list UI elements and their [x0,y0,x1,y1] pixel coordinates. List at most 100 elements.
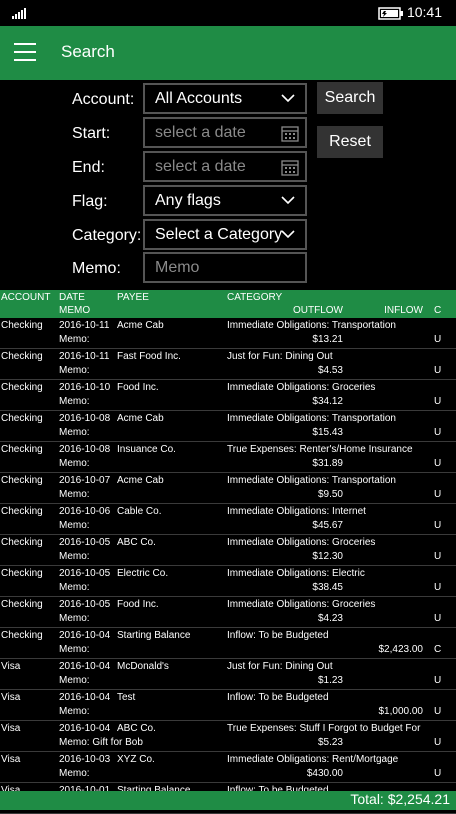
clock: 10:41 [406,4,442,20]
table-row[interactable]: Checking 2016-10-08 Acme Cab Immediate Obli… [0,411,456,442]
start-label: Start: [72,125,111,142]
memo-label: Memo: [72,260,121,277]
header-date[interactable]: DATE [59,292,85,303]
calendar-icon [281,160,299,176]
cell-cleared: U [434,675,442,686]
signal-icon [12,8,26,19]
header-outflow[interactable]: OUTFLOW [293,305,343,316]
table-row[interactable]: Checking 2016-10-05 Electric Co. Immediate … [0,566,456,597]
cell-outflow: $430.00 [306,768,343,779]
cell-payee: Acme Cab [117,320,164,331]
cell-account: Checking [1,475,43,486]
cell-cleared: U [434,520,442,531]
start-date-placeholder: select a date [155,124,246,141]
cell-outflow: $1.23 [317,675,343,686]
cell-cleared: U [434,458,442,469]
header-memo[interactable]: MEMO [59,305,90,316]
cell-account: Visa [1,723,21,734]
cell-category: Just for Fun: Dining Out [227,351,333,362]
table-row[interactable]: Visa 2016-10-04 ABC Co. True Expenses: Stuf… [0,721,456,752]
cell-date: 2016-10-04 [59,723,111,734]
cell-outflow: $12.30 [312,551,343,562]
cell-payee: Starting Balance [117,630,191,641]
cell-category: Just for Fun: Dining Out [227,661,333,672]
cell-outflow: $34.12 [312,396,343,407]
table-row[interactable]: Checking 2016-10-05 ABC Co. Immediate Oblig… [0,535,456,566]
cell-account: Visa [1,661,21,672]
header-payee[interactable]: PAYEE [117,292,149,303]
cell-cleared: U [434,737,442,748]
start-date-picker[interactable]: select a date [143,117,307,148]
table-row[interactable]: Checking 2016-10-07 Acme Cab Immediate Obli… [0,473,456,504]
cell-account: Visa [1,754,21,765]
header-account[interactable]: ACCOUNT [1,292,50,303]
table-row[interactable]: Checking 2016-10-11 Acme Cab Immediate Obli… [0,318,456,349]
cell-outflow: $45.67 [312,520,343,531]
table-row[interactable]: Checking 2016-10-10 Food Inc. Immediate Obl… [0,380,456,411]
chevron-down-icon [281,94,295,103]
cell-payee: McDonald's [117,661,169,672]
cell-cleared: U [434,551,442,562]
cell-account: Checking [1,630,43,641]
table-row[interactable]: Visa 2016-10-04 Test Inflow: To be Budgeted… [0,690,456,721]
cell-outflow: $5.23 [317,737,343,748]
cell-account: Checking [1,351,43,362]
results-list: Checking 2016-10-11 Acme Cab Immediate Obli… [0,318,456,814]
cell-date: 2016-10-11 [59,351,110,362]
cell-category: Immediate Obligations: Transportation [227,475,396,486]
cell-memo: Memo: [59,489,90,500]
cell-category: Immediate Obligations: Groceries [227,537,376,548]
header-category[interactable]: CATEGORY [227,292,282,303]
cell-cleared: U [434,365,442,376]
cell-date: 2016-10-10 [59,382,111,393]
table-row[interactable]: Visa 2016-10-03 XYZ Co. Immediate Obligatio… [0,752,456,783]
account-select-value: All Accounts [155,90,243,107]
cell-outflow: $4.53 [317,365,343,376]
cell-memo: Memo: [59,706,90,717]
cell-inflow: $2,423.00 [378,644,424,655]
header-inflow[interactable]: INFLOW [384,305,423,316]
end-date-picker[interactable]: select a date [143,151,307,182]
cell-date: 2016-10-06 [59,506,111,517]
cell-date: 2016-10-11 [59,320,110,331]
flag-select[interactable]: Any flags [143,185,307,216]
memo-placeholder: Memo [155,259,200,276]
table-row[interactable]: Checking 2016-10-08 Insuance Co. True Expen… [0,442,456,473]
table-row[interactable]: Checking 2016-10-11 Fast Food Inc. Just for… [0,349,456,380]
cell-payee: Acme Cab [117,413,164,424]
cell-account: Checking [1,444,43,455]
cell-payee: XYZ Co. [117,754,155,765]
account-select[interactable]: All Accounts [143,83,307,114]
cell-category: Inflow: To be Budgeted [227,630,329,641]
cell-cleared: U [434,613,442,624]
cell-date: 2016-10-05 [59,599,111,610]
table-row[interactable]: Checking 2016-10-04 Starting Balance Inflow… [0,628,456,659]
flag-select-value: Any flags [155,192,221,209]
cell-payee: Cable Co. [117,506,162,517]
cell-date: 2016-10-05 [59,537,111,548]
reset-button[interactable]: Reset [317,126,383,158]
cell-cleared: U [434,706,442,717]
cell-date: 2016-10-04 [59,692,111,703]
cell-outflow: $15.43 [312,427,343,438]
table-row[interactable]: Checking 2016-10-06 Cable Co. Immediate Obl… [0,504,456,535]
hamburger-menu-icon[interactable] [14,43,36,61]
cell-cleared: U [434,396,442,407]
header-cleared[interactable]: C [434,305,441,316]
cell-outflow: $13.21 [312,334,343,345]
search-button[interactable]: Search [317,82,383,114]
end-label: End: [72,159,105,176]
cell-date: 2016-10-05 [59,568,111,579]
battery-icon [378,7,403,20]
cell-account: Checking [1,568,43,579]
cell-outflow: $9.50 [317,489,343,500]
cell-outflow: $38.45 [312,582,343,593]
table-row[interactable]: Checking 2016-10-05 Food Inc. Immediate Obl… [0,597,456,628]
memo-input[interactable]: Memo [143,252,307,283]
category-select[interactable]: Select a Category [143,219,307,250]
cell-category: Immediate Obligations: Electric [227,568,365,579]
end-date-placeholder: select a date [155,158,246,175]
table-row[interactable]: Visa 2016-10-04 McDonald's Just for Fun: Di… [0,659,456,690]
cell-payee: Acme Cab [117,475,164,486]
cell-memo: Memo: [59,427,90,438]
